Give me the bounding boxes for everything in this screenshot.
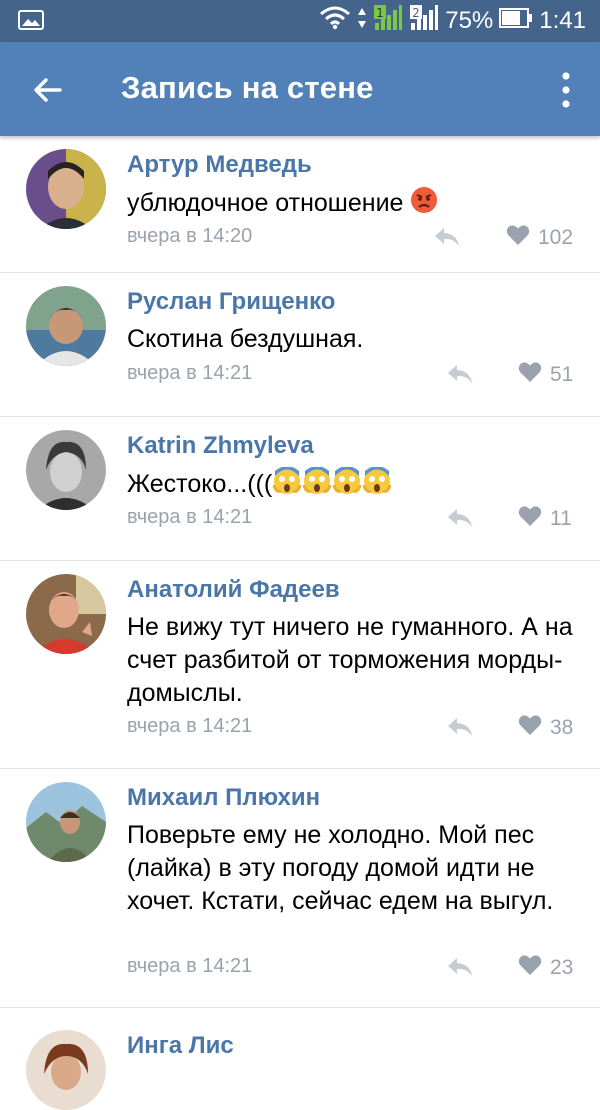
more-vertical-icon[interactable]: [558, 70, 574, 110]
comment-date: вчера в 14:21: [127, 715, 253, 737]
avatar[interactable]: [26, 1030, 106, 1110]
reply-icon[interactable]: [433, 226, 461, 248]
comment-item: Михаил Плюхин Поверьте ему не холодно. М…: [0, 769, 600, 1008]
comment-text: Жестоко...(((: [127, 466, 587, 504]
comment-item: Артур Медведь ублюдочное отношение вчера…: [0, 136, 600, 273]
svg-text:1: 1: [376, 6, 384, 20]
like-count: 102: [538, 225, 574, 249]
angry-face-icon: [410, 186, 438, 223]
app-toolbar: Запись на стене: [0, 42, 600, 136]
comment-text: ублюдочное отношение: [127, 186, 587, 223]
gallery-icon: [18, 10, 44, 35]
comment-author[interactable]: Анатолий Фадеев: [127, 576, 340, 604]
like-count: 23: [550, 955, 574, 979]
data-arrows-icon: [357, 7, 367, 36]
comment-text: Поверьте ему не холодно. Мой пес (лайка)…: [127, 821, 554, 915]
status-bar: 1 2 75% 1:41: [0, 0, 600, 42]
screaming-face-icon: [332, 466, 362, 504]
battery-percent: 75%: [445, 7, 494, 34]
heart-icon: [518, 714, 542, 741]
like-button[interactable]: 23: [518, 954, 573, 981]
avatar[interactable]: [26, 149, 106, 229]
signal-sim1-icon: 1: [373, 4, 403, 38]
avatar[interactable]: [26, 430, 106, 510]
svg-text:2: 2: [412, 6, 420, 20]
comment-item: Анатолий Фадеев Не вижу тут ничего не гу…: [0, 561, 600, 769]
comment-item: Katrin Zhmyleva Жестоко...((( вчера в 14…: [0, 417, 600, 561]
comment-item: Инга Лис: [0, 1008, 600, 1110]
screaming-face-icon: [302, 466, 332, 504]
screaming-face-icon: [362, 466, 392, 504]
comment-item: Руслан Грищенко Скотина бездушная. вчера…: [0, 273, 600, 417]
clock: 1:41: [539, 7, 586, 34]
comment-date: вчера в 14:21: [127, 506, 253, 528]
signal-sim2-icon: 2: [409, 4, 439, 38]
wifi-icon: [319, 6, 351, 37]
reply-icon[interactable]: [446, 507, 474, 529]
like-count: 11: [550, 506, 572, 530]
comments-list: Артур Медведь ублюдочное отношение вчера…: [0, 136, 600, 1110]
like-button[interactable]: 11: [518, 505, 572, 532]
comment-author[interactable]: Инга Лис: [127, 1032, 234, 1060]
heart-icon: [518, 505, 542, 532]
heart-icon: [506, 224, 530, 251]
like-button[interactable]: 102: [506, 224, 573, 251]
comment-author[interactable]: Михаил Плюхин: [127, 784, 320, 812]
reply-icon[interactable]: [446, 956, 474, 978]
comment-author[interactable]: Katrin Zhmyleva: [127, 432, 314, 460]
heart-icon: [518, 954, 542, 981]
like-button[interactable]: 51: [518, 361, 573, 388]
comment-date: вчера в 14:20: [127, 225, 253, 247]
reply-icon[interactable]: [446, 363, 474, 385]
arrow-left-icon[interactable]: [30, 72, 66, 108]
comment-text: Не вижу тут ничего не гуманного. А на сч…: [127, 613, 573, 707]
like-count: 51: [550, 362, 574, 386]
comment-text: Скотина бездушная.: [127, 325, 364, 353]
like-button[interactable]: 38: [518, 714, 573, 741]
reply-icon[interactable]: [446, 716, 474, 738]
page-title: Запись на стене: [121, 70, 374, 105]
comment-author[interactable]: Артур Медведь: [127, 151, 312, 179]
comment-date: вчера в 14:21: [127, 955, 253, 977]
battery-icon: [499, 7, 533, 35]
comment-author[interactable]: Руслан Грищенко: [127, 288, 335, 316]
comment-date: вчера в 14:21: [127, 362, 253, 384]
screaming-face-icon: [272, 466, 302, 504]
heart-icon: [518, 361, 542, 388]
avatar[interactable]: [26, 286, 106, 366]
avatar[interactable]: [26, 782, 106, 862]
avatar[interactable]: [26, 574, 106, 654]
like-count: 38: [550, 715, 574, 739]
